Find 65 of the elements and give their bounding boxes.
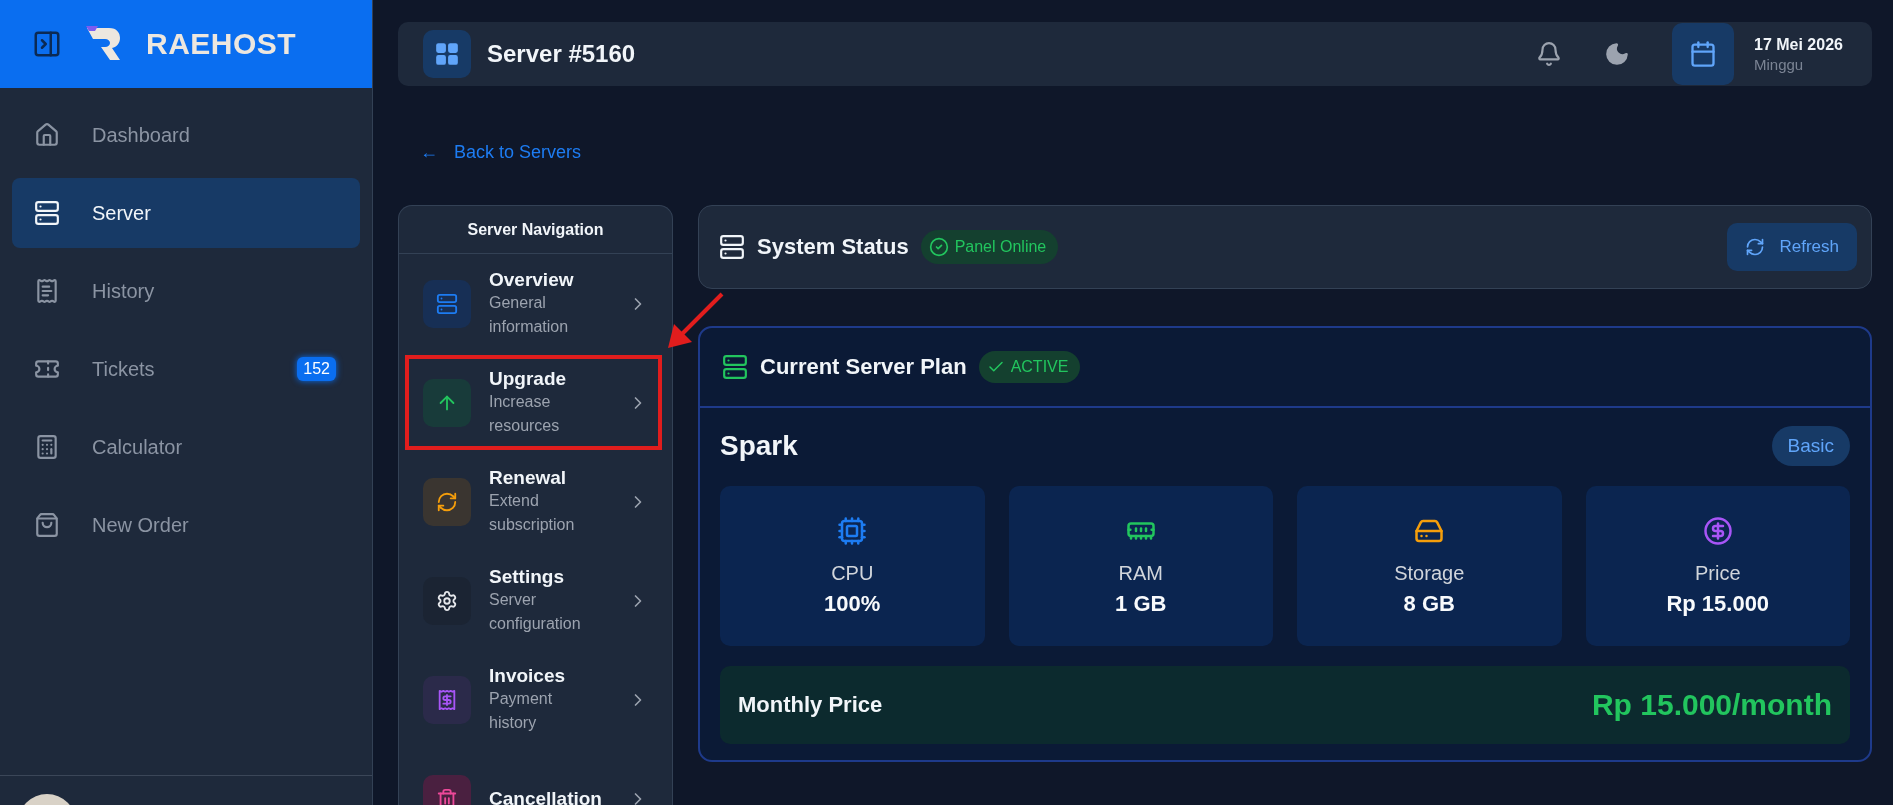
nav-item-icon: [423, 675, 471, 724]
back-link[interactable]: ← Back to Servers: [420, 142, 582, 163]
status-text: Panel Online: [954, 238, 1047, 256]
nav-item-icon: [423, 477, 471, 526]
monthly-price-value: Rp 15.000/month: [1591, 688, 1832, 722]
sidebar-item[interactable]: Server: [12, 178, 360, 248]
server-nav-item[interactable]: Cancellation: [399, 749, 672, 805]
brand-name: RAEHOST: [146, 27, 297, 61]
date-text: 17 Mei 2026: [1754, 35, 1844, 54]
server-nav-item[interactable]: Renewal Extend subscription: [399, 452, 672, 551]
nav-item-title: Overview: [489, 268, 575, 291]
annotation-arrow: [666, 292, 724, 350]
page-title: Server #5160: [487, 40, 637, 68]
nav-item-subtitle: Server configuration: [489, 589, 582, 634]
card-title: System Status: [757, 234, 909, 260]
nav-item-title: Settings: [489, 565, 565, 588]
sidebar-item[interactable]: History: [12, 256, 360, 326]
server-icon: [722, 354, 748, 380]
sidebar-item[interactable]: Dashboard: [12, 100, 360, 170]
card-title: Current Server Plan: [760, 354, 967, 380]
server-nav-item[interactable]: Invoices Payment history: [399, 650, 672, 749]
spec-tile: RAM 1 GB: [1008, 486, 1273, 646]
sidebar-item-icon: [34, 200, 60, 226]
sidebar-item-icon: [34, 434, 60, 460]
nav-item-icon: [423, 279, 471, 328]
check-circle-icon: [928, 237, 949, 257]
tier-badge: Basic: [1771, 426, 1850, 466]
server-icon: [719, 234, 745, 260]
nav-item-subtitle: Extend subscription: [489, 490, 576, 535]
sidebar-item[interactable]: New Order: [12, 490, 360, 560]
plan-name: Spark: [720, 430, 798, 462]
nav-item-subtitle: Increase resources: [489, 391, 561, 436]
nav-item-subtitle: Payment history: [489, 688, 554, 733]
server-nav-item[interactable]: Upgrade Increase resources: [399, 353, 672, 452]
nav-item-icon: [423, 378, 471, 427]
refresh-icon: [1745, 237, 1766, 257]
refresh-button[interactable]: Refresh: [1727, 223, 1857, 271]
server-nav-item[interactable]: Settings Server configuration: [399, 551, 672, 650]
spec-icon: [1702, 515, 1733, 546]
panel-title: Server Navigation: [467, 220, 604, 239]
spec-tile: CPU 100%: [720, 486, 985, 646]
nav-item-title: Upgrade: [489, 367, 568, 390]
moon-icon[interactable]: [1604, 41, 1630, 67]
sidebar-item[interactable]: Calculator: [12, 412, 360, 482]
spec-tile: Storage 8 GB: [1297, 486, 1562, 646]
calendar-icon: [1672, 23, 1734, 85]
sidebar-item-icon: [34, 512, 60, 538]
nav-item-title: Renewal: [489, 466, 568, 489]
spec-icon: [837, 515, 868, 546]
spec-tile: Price Rp 15.000: [1585, 486, 1850, 646]
monthly-price-label: Monthly Price: [738, 692, 883, 718]
sidebar-toggle-icon[interactable]: [32, 29, 62, 59]
sidebar-item[interactable]: Tickets 152: [12, 334, 360, 404]
sidebar-item-icon: [34, 278, 60, 304]
notification-icon[interactable]: [1536, 41, 1562, 67]
nav-item-icon: [423, 576, 471, 625]
nav-item-title: Cancellation: [489, 787, 603, 805]
server-nav-item[interactable]: Overview General information: [399, 254, 672, 353]
grid-icon: [423, 30, 471, 78]
nav-item-title: Invoices: [489, 664, 567, 687]
count-badge: 152: [297, 357, 336, 381]
day-text: Minggu: [1754, 55, 1805, 73]
nav-item-subtitle: General information: [489, 292, 570, 337]
sidebar-item-icon: [34, 122, 60, 148]
status-text: ACTIVE: [1010, 358, 1069, 376]
